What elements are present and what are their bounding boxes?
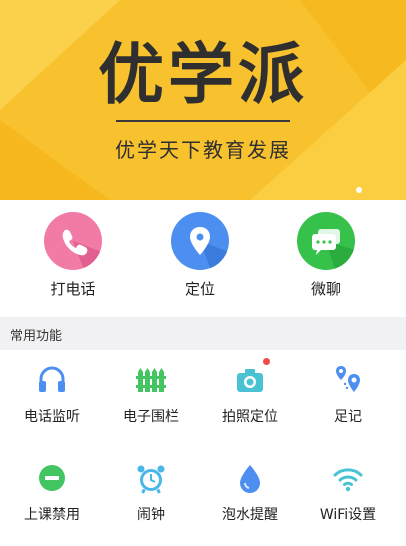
alarm-clock-icon: [135, 462, 167, 494]
carousel-page-indicator[interactable]: [356, 187, 362, 193]
function-label: 足记: [334, 409, 362, 425]
banner-title: 优学派: [98, 36, 308, 113]
fence-icon: [135, 364, 167, 396]
water-drop-icon: [234, 462, 266, 494]
camera-icon: [234, 358, 270, 396]
chat-button[interactable]: 微聊: [266, 212, 386, 299]
function-water-reminder[interactable]: 泡水提醒: [200, 462, 300, 524]
footprint-pins-icon: [332, 364, 364, 396]
function-label: WiFi设置: [319, 507, 377, 523]
function-label: 上课禁用: [24, 507, 80, 523]
banner-carousel[interactable]: 优学派 优学天下教育发展: [0, 0, 406, 200]
chat-label: 微聊: [310, 280, 341, 298]
function-label: 电子围栏: [123, 409, 179, 425]
function-label: 泡水提醒: [222, 507, 278, 523]
chat-bubble-icon: [297, 212, 355, 270]
no-entry-icon: [36, 462, 68, 494]
locate-label: 定位: [184, 280, 215, 298]
function-class-mode[interactable]: 上课禁用: [2, 462, 102, 524]
section-header: 常用功能: [0, 317, 406, 350]
locate-button[interactable]: 定位: [140, 212, 260, 299]
function-label: 闹钟: [137, 507, 165, 523]
function-grid: 电话监听 电子围栏 拍照定位 足记 上课禁用 闹钟 泡水提醒 WiFi设置: [0, 350, 406, 546]
location-pin-icon: [171, 212, 229, 270]
function-wifi-settings[interactable]: WiFi设置: [298, 462, 398, 524]
function-footprint[interactable]: 足记: [298, 364, 398, 426]
banner-divider: [116, 120, 290, 122]
phone-icon: [44, 212, 102, 270]
call-label: 打电话: [50, 280, 96, 298]
notification-badge: [263, 358, 270, 365]
function-photo-locate[interactable]: 拍照定位: [200, 358, 300, 426]
function-call-monitor[interactable]: 电话监听: [2, 364, 102, 426]
call-button[interactable]: 打电话: [13, 212, 133, 299]
banner-subtitle: 优学天下教育发展: [115, 138, 291, 162]
function-label: 拍照定位: [222, 409, 278, 425]
quick-actions: 打电话 定位 微聊: [0, 200, 406, 317]
section-title: 常用功能: [10, 329, 63, 344]
function-label: 电话监听: [24, 409, 80, 425]
wifi-icon: [332, 462, 364, 494]
headphones-icon: [36, 364, 68, 396]
function-geofence[interactable]: 电子围栏: [101, 364, 201, 426]
function-alarm[interactable]: 闹钟: [101, 462, 201, 524]
